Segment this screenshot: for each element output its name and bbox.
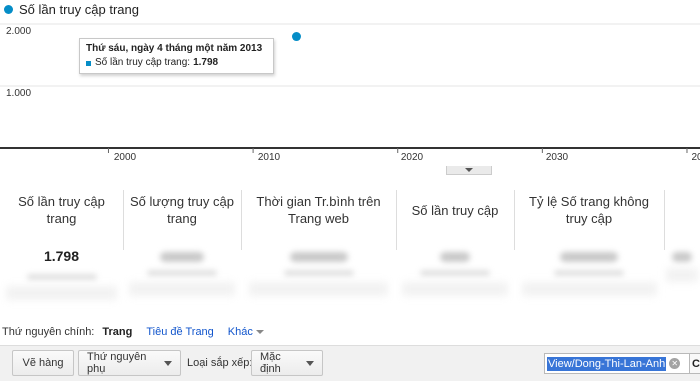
x-tick-label: 20 (691, 152, 700, 163)
y-tick-label: 1.000 (6, 88, 32, 99)
sort-type-value: Mặc định (260, 351, 281, 375)
table-toolbar: Vẽ hàng Thứ nguyên phụ Loại sắp xếp: Mặc… (0, 345, 700, 381)
metric-label: Số lượng truy cập trang (130, 194, 234, 226)
metric-sparkline-blurred (401, 282, 509, 296)
metric-avg-time[interactable]: Thời gian Tr.bình trên Trang web (241, 186, 396, 306)
metric-label: Số lần truy cập (411, 203, 499, 218)
caret-down-icon (306, 360, 314, 366)
metric-sparkline-blurred (6, 286, 117, 300)
clear-search-icon[interactable]: ✕ (669, 358, 681, 369)
chevron-down-icon (465, 168, 473, 172)
metric-pageviews[interactable]: Số lần truy cập trang 1.798 (0, 186, 123, 306)
metric-cut-off (664, 186, 700, 306)
legend-dot-icon (4, 4, 13, 14)
table-search-input[interactable]: View/Dong-Thi-Lan-Anh ✕ (544, 353, 690, 374)
series-square-icon (86, 60, 91, 66)
caret-down-icon (255, 330, 264, 334)
metric-value-blurred (160, 252, 204, 262)
metric-value-blurred (289, 252, 348, 262)
metric-sparkline-blurred (665, 268, 699, 282)
dimension-more-label: Khác (227, 326, 253, 338)
legend-label: Số lần truy cập trang (19, 1, 139, 17)
metric-subtext-blurred (26, 274, 97, 280)
tooltip-metric-value: 1.798 (193, 57, 219, 68)
search-input-selected-text: View/Dong-Thi-Lan-Anh (547, 356, 667, 371)
collapse-chart-handle[interactable] (446, 166, 492, 175)
primary-dimension-bar: Thứ nguyên chính: Trang Tiêu đề Trang Kh… (0, 320, 700, 344)
metric-subtext-blurred (554, 270, 624, 276)
metric-label: Tỷ lệ Số trang không truy cập (529, 194, 649, 226)
metric-value-blurred (440, 252, 470, 262)
caret-down-icon (164, 360, 172, 366)
sort-type-dropdown[interactable]: Mặc định (251, 350, 323, 376)
metric-sparkline-blurred (521, 282, 657, 296)
x-tick-label: 2020 (400, 152, 424, 163)
metric-value-blurred (560, 252, 618, 262)
metric-summary: Số lần truy cập trang 1.798 Số lượng tru… (0, 186, 700, 311)
metric-subtext-blurred (147, 270, 217, 276)
tooltip-metric-label: Số lần truy cập trang: (95, 57, 191, 68)
x-tick-label: 2000 (113, 152, 137, 163)
metric-subtext-blurred (420, 270, 490, 276)
metric-value: 1.798 (43, 248, 80, 264)
x-tick-label: 2030 (545, 152, 569, 163)
y-tick-label: 2.000 (6, 26, 32, 37)
chart-tooltip: Thứ sáu, ngày 4 tháng một năm 2013 Số lầ… (79, 38, 274, 74)
metric-unique-pageviews[interactable]: Số lượng truy cập trang (123, 186, 241, 306)
metric-label-empty (664, 186, 700, 242)
data-point (291, 32, 301, 42)
search-go-button[interactable]: C (689, 353, 700, 374)
metric-label: Thời gian Tr.bình trên Trang web (256, 194, 381, 226)
secondary-dimension-dropdown[interactable]: Thứ nguyên phụ (78, 350, 181, 376)
metric-value-blurred (672, 252, 692, 262)
dimension-page-active[interactable]: Trang (102, 326, 132, 338)
metric-entrances[interactable]: Số lần truy cập (396, 186, 514, 306)
metric-sparkline-blurred (248, 282, 389, 296)
metric-bounce-rate[interactable]: Tỷ lệ Số trang không truy cập (514, 186, 664, 306)
x-tick-label: 2010 (257, 152, 281, 163)
secondary-dimension-label: Thứ nguyên phụ (87, 351, 147, 375)
metric-label: Số lần truy cập trang (18, 194, 105, 226)
primary-dimension-label: Thứ nguyên chính: (2, 326, 95, 338)
plot-rows-button[interactable]: Vẽ hàng (12, 350, 74, 376)
chart-legend[interactable]: Số lần truy cập trang (4, 1, 139, 17)
tooltip-date: Thứ sáu, ngày 4 tháng một năm 2013 (86, 43, 263, 54)
dimension-more-dropdown[interactable]: Khác (228, 326, 264, 338)
tooltip-row: Số lần truy cập trang: 1.798 (86, 56, 267, 70)
metric-sparkline-blurred (128, 282, 236, 296)
dimension-page-title-link[interactable]: Tiêu đề Trang (146, 326, 213, 338)
metric-subtext-blurred (283, 270, 354, 276)
sort-type-label: Loại sắp xếp: (187, 357, 253, 369)
